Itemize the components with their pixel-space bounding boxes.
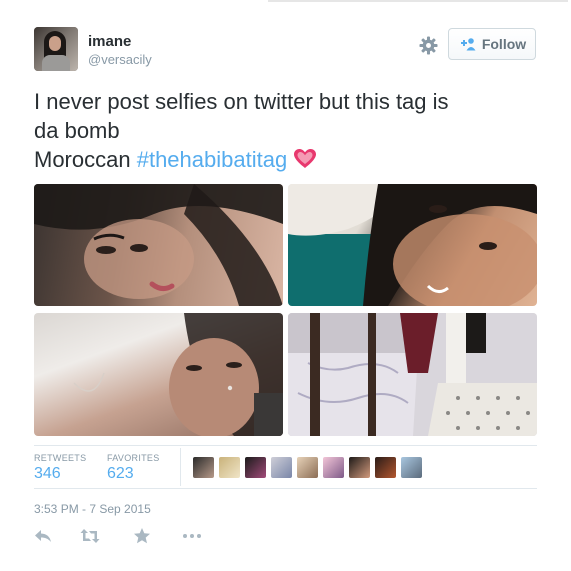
favoriter-avatar-2[interactable] xyxy=(219,457,240,478)
tweet-line-1: I never post selfies on twitter but this… xyxy=(34,89,449,114)
favorites-label: FAVORITES xyxy=(107,453,160,463)
photo-2-art xyxy=(288,184,537,306)
sparkling-heart-emoji xyxy=(294,149,317,168)
favoriter-avatar-4[interactable] xyxy=(271,457,292,478)
user-handle[interactable]: @versacily xyxy=(88,52,152,67)
favorite-icon[interactable] xyxy=(133,527,151,545)
photo-3-art xyxy=(73,313,283,436)
favoriter-avatar-1[interactable] xyxy=(193,457,214,478)
add-user-icon xyxy=(460,38,476,51)
stats-top-divider xyxy=(34,445,537,446)
reply-icon[interactable] xyxy=(34,527,52,545)
retweets-count[interactable]: 346 xyxy=(34,465,61,483)
retweet-icon[interactable] xyxy=(80,527,100,545)
favoriter-avatar-6[interactable] xyxy=(323,457,344,478)
tweet-timestamp[interactable]: 3:53 PM - 7 Sep 2015 xyxy=(34,502,151,516)
retweets-label: RETWEETS xyxy=(34,453,87,463)
photo-2[interactable] xyxy=(288,184,537,306)
photo-1-art xyxy=(34,184,283,306)
gear-icon[interactable] xyxy=(419,36,438,55)
tweet-line-2: da bomb xyxy=(34,118,120,143)
favoriter-avatar-8[interactable] xyxy=(375,457,396,478)
tweet-line-3: Moroccan xyxy=(34,147,137,172)
photo-4-art xyxy=(288,313,537,436)
stats-bottom-divider xyxy=(34,488,537,489)
top-border xyxy=(268,0,568,2)
stats-separator xyxy=(180,448,181,486)
favorites-count[interactable]: 623 xyxy=(107,465,134,483)
photo-4[interactable] xyxy=(288,313,537,436)
favoriter-avatar-7[interactable] xyxy=(349,457,370,478)
favoriter-avatar-9[interactable] xyxy=(401,457,422,478)
photo-1[interactable] xyxy=(34,184,283,306)
more-icon[interactable] xyxy=(182,527,202,545)
follow-label: Follow xyxy=(481,36,527,52)
tweet-text: I never post selfies on twitter but this… xyxy=(34,87,544,174)
photo-3[interactable] xyxy=(34,313,283,436)
avatar[interactable] xyxy=(34,27,78,71)
hashtag-link[interactable]: #thehabibatitag xyxy=(137,147,287,172)
user-name[interactable]: imane xyxy=(88,33,131,50)
favoriter-avatar-3[interactable] xyxy=(245,457,266,478)
favoriter-avatar-5[interactable] xyxy=(297,457,318,478)
follow-button[interactable]: Follow xyxy=(448,28,536,60)
